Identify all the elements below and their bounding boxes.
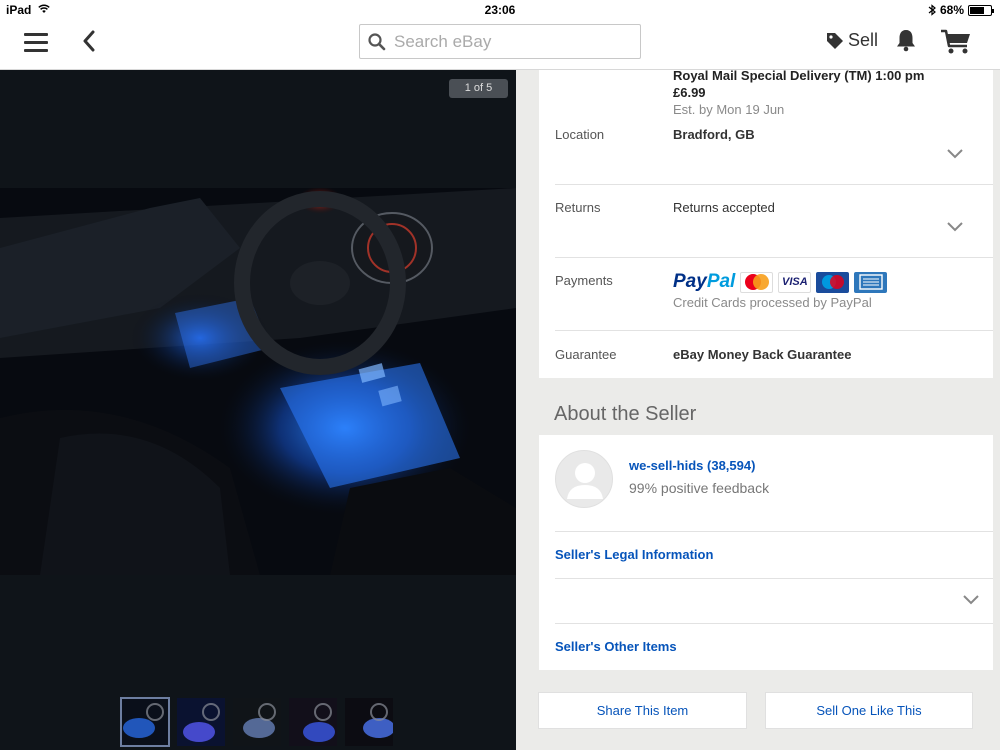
battery-icon xyxy=(968,4,994,16)
seller-name-link[interactable]: we-sell-hids (38,594) xyxy=(629,458,755,473)
payments-note: Credit Cards processed by PayPal xyxy=(673,295,872,310)
tag-icon xyxy=(827,32,843,49)
chevron-down-icon[interactable] xyxy=(947,149,963,159)
thumbnail[interactable] xyxy=(289,698,337,746)
shipping-price: £6.99 xyxy=(673,85,706,100)
paypal-logo: PayPal xyxy=(673,271,736,292)
shipping-service: Royal Mail Special Delivery (TM) 1:00 pm xyxy=(673,68,925,83)
chevron-down-icon[interactable] xyxy=(947,222,963,232)
payment-logos: PayPal VISA xyxy=(673,271,888,293)
nav-bar: Sell xyxy=(0,20,1000,70)
visa-icon: VISA xyxy=(778,271,812,293)
payments-label: Payments xyxy=(555,273,613,288)
divider xyxy=(555,578,993,579)
shipping-card: Royal Mail Special Delivery (TM) 1:00 pm… xyxy=(539,67,993,378)
sell-label: Sell xyxy=(848,30,879,50)
bell-icon[interactable] xyxy=(895,28,917,57)
battery-status: 68% xyxy=(928,3,994,17)
seller-card: we-sell-hids (38,594) 99% positive feedb… xyxy=(539,435,993,670)
location-value[interactable]: Bradford, GB xyxy=(673,127,755,142)
maestro-icon xyxy=(816,271,850,293)
thumbnail[interactable] xyxy=(345,698,393,746)
divider xyxy=(555,184,993,185)
amex-icon xyxy=(854,271,888,293)
bluetooth-icon xyxy=(928,4,936,16)
thumbnail-strip xyxy=(120,697,393,747)
sell-button[interactable]: Sell xyxy=(826,30,878,51)
returns-value: Returns accepted xyxy=(673,200,775,215)
battery-fill xyxy=(970,6,984,14)
thumbnail[interactable] xyxy=(233,698,281,746)
thumbnail[interactable] xyxy=(177,698,225,746)
share-button[interactable]: Share This Item xyxy=(538,692,747,729)
back-icon[interactable] xyxy=(82,29,96,57)
item-details-panel: Royal Mail Special Delivery (TM) 1:00 pm… xyxy=(516,67,1000,750)
returns-label: Returns xyxy=(555,200,601,215)
divider xyxy=(555,623,993,624)
payment-methods: PayPal VISA Credit Cards processed by Pa… xyxy=(673,271,888,310)
search-input[interactable] xyxy=(394,31,634,52)
image-gallery: 1 of 5 xyxy=(0,70,516,750)
location-label: Location xyxy=(555,127,605,142)
shipping-row: Royal Mail Special Delivery (TM) 1:00 pm… xyxy=(555,67,977,118)
mastercard-icon xyxy=(740,271,774,293)
returns-row[interactable]: Returns Returns accepted xyxy=(555,200,977,256)
battery-percent: 68% xyxy=(939,3,964,17)
product-photo[interactable] xyxy=(0,188,516,575)
seller-other-items-link[interactable]: Seller's Other Items xyxy=(555,639,977,654)
guarantee-link[interactable]: eBay Money Back Guarantee xyxy=(673,347,851,362)
seller-feedback: 99% positive feedback xyxy=(629,480,770,496)
search-bar[interactable] xyxy=(359,24,641,59)
guarantee-label: Guarantee xyxy=(555,347,617,362)
section-title: About the Seller xyxy=(554,403,697,425)
thumbnail[interactable] xyxy=(120,697,170,747)
search-icon xyxy=(360,32,394,51)
cart-icon[interactable] xyxy=(940,28,972,61)
avatar[interactable] xyxy=(555,450,613,508)
guarantee-row[interactable]: Guarantee eBay Money Back Guarantee xyxy=(555,347,977,371)
divider xyxy=(555,531,993,532)
image-counter: 1 of 5 xyxy=(449,79,508,98)
status-bar: iPad 23:06 68% xyxy=(0,0,1000,20)
seller-legal-info-link[interactable]: Seller's Legal Information xyxy=(555,547,977,562)
clock: 23:06 xyxy=(484,3,516,17)
location-row[interactable]: Location Bradford, GB xyxy=(555,127,977,183)
shipping-info: Royal Mail Special Delivery (TM) 1:00 pm… xyxy=(673,67,924,118)
chevron-down-icon[interactable] xyxy=(963,595,979,605)
divider xyxy=(555,330,993,331)
payments-row: Payments PayPal VISA Credit Cards proces… xyxy=(555,271,977,329)
sell-one-like-this-button[interactable]: Sell One Like This xyxy=(765,692,973,729)
divider xyxy=(555,257,993,258)
shipping-estimate: Est. by Mon 19 Jun xyxy=(673,102,785,117)
menu-icon[interactable] xyxy=(24,33,48,53)
user-icon xyxy=(567,463,603,499)
